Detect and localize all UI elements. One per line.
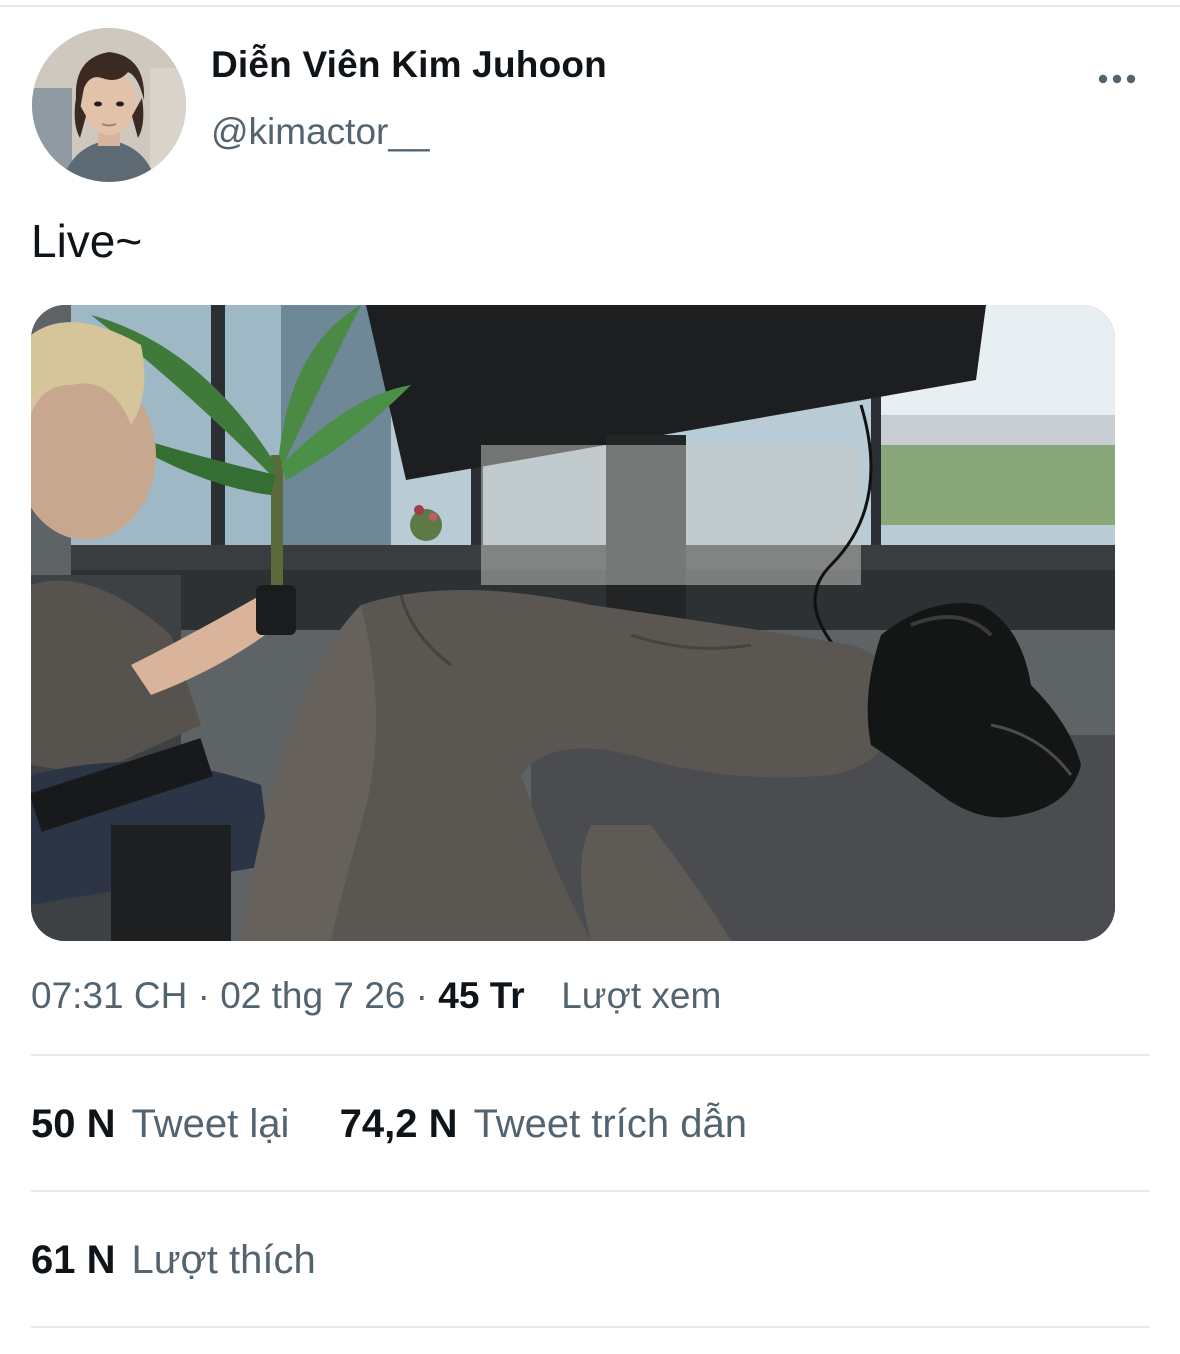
more-options-button[interactable] (1094, 60, 1140, 98)
meta-separator: · (197, 975, 210, 1016)
more-horizontal-icon (1098, 74, 1136, 84)
tweet-detail-page: Diễn Viên Kim Juhoon @kimactor__ Live~ 0… (0, 0, 1180, 1354)
likes-stat[interactable]: 61 N Lượt thích (31, 1238, 316, 1282)
likes-stats: 61 N Lượt thích (31, 1238, 316, 1283)
avatar-photo (32, 28, 186, 182)
retweets-label: Tweet lại (131, 1102, 290, 1146)
photo-illustration (31, 305, 1115, 941)
tweet-media-photo[interactable] (31, 305, 1115, 941)
retweet-quote-stats: 50 N Tweet lại 74,2 N Tweet trích dẫn (31, 1102, 747, 1147)
tweet-time[interactable]: 07:31 CH (31, 975, 187, 1016)
avatar[interactable] (32, 28, 186, 182)
retweets-stat[interactable]: 50 N Tweet lại (31, 1102, 300, 1146)
likes-count: 61 N (31, 1238, 116, 1282)
views-count: 45 Tr (438, 975, 525, 1016)
tweet-text: Live~ (31, 215, 143, 267)
meta-separator: · (415, 975, 428, 1016)
top-divider (0, 5, 1180, 7)
divider (31, 1054, 1150, 1056)
tweet-date[interactable]: 02 thg 7 26 (220, 975, 405, 1016)
likes-label: Lượt thích (131, 1238, 316, 1282)
tweet-meta: 07:31 CH · 02 thg 7 26 · 45 Tr Lượt xem (31, 975, 721, 1017)
divider (31, 1190, 1150, 1192)
views-label: Lượt xem (561, 975, 722, 1016)
quotes-label: Tweet trích dẫn (473, 1102, 747, 1146)
author-display-name[interactable]: Diễn Viên Kim Juhoon (211, 44, 607, 86)
retweets-count: 50 N (31, 1102, 116, 1146)
divider (31, 1326, 1150, 1328)
quotes-count: 74,2 N (339, 1102, 458, 1146)
author-handle[interactable]: @kimactor__ (211, 111, 430, 153)
quotes-stat[interactable]: 74,2 N Tweet trích dẫn (340, 1102, 747, 1146)
